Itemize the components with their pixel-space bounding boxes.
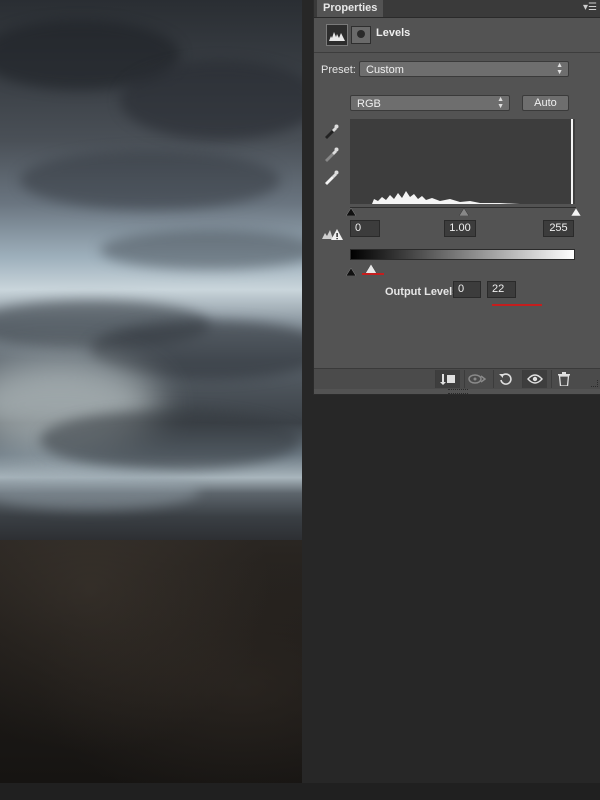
white-point-eyedropper-icon[interactable] <box>322 168 340 186</box>
panel-resize-grip[interactable] <box>448 389 468 394</box>
channel-select[interactable]: RGB ▲ ▼ <box>350 95 510 111</box>
input-gamma-field[interactable]: 1.00 <box>444 220 476 237</box>
panel-resize-corner[interactable] <box>591 380 598 387</box>
adjustment-header: Levels <box>314 18 600 53</box>
properties-panel: Properties ▾☰ Levels Preset: Custom ▲ ▼ R… <box>313 0 600 395</box>
adjustment-title: Levels <box>376 27 411 39</box>
highlight-underline <box>362 273 384 275</box>
tab-properties[interactable]: Properties <box>317 0 384 17</box>
select-arrows-icon: ▲ ▼ <box>556 62 563 76</box>
channel-value: RGB <box>357 98 381 110</box>
preset-label: Preset: <box>321 64 356 76</box>
output-levels-gradient <box>350 249 575 260</box>
visibility-eye-icon[interactable] <box>522 370 547 388</box>
layer-mask-icon[interactable] <box>351 26 371 44</box>
workspace-bottom-edge <box>0 783 600 800</box>
delete-trash-icon[interactable] <box>551 370 576 388</box>
input-white-field[interactable]: 255 <box>543 220 574 237</box>
preset-value: Custom <box>366 64 404 76</box>
clip-to-layer-icon[interactable] <box>435 370 460 388</box>
clipping-warning-icon[interactable] <box>321 227 343 241</box>
auto-button[interactable]: Auto <box>522 95 569 111</box>
output-black-field[interactable]: 0 <box>453 281 481 298</box>
document-canvas-image[interactable] <box>0 0 302 783</box>
gray-point-eyedropper-icon[interactable] <box>322 145 340 163</box>
preset-select[interactable]: Custom ▲ ▼ <box>359 61 569 77</box>
black-point-eyedropper-icon[interactable] <box>322 122 340 140</box>
view-previous-state-icon[interactable] <box>464 370 489 388</box>
panel-tab-bar: Properties ▾☰ <box>314 0 600 18</box>
reset-icon[interactable] <box>493 370 518 388</box>
histogram <box>350 119 575 204</box>
panel-menu-icon[interactable]: ▾☰ <box>583 2 597 14</box>
highlight-underline <box>492 304 542 306</box>
levels-content: Preset: Custom ▲ ▼ RGB ▲ ▼ Auto 0 1.00 2… <box>314 53 600 368</box>
input-black-field[interactable]: 0 <box>350 220 380 237</box>
panel-footer <box>314 368 600 389</box>
levels-adjustment-icon[interactable] <box>326 24 348 46</box>
output-levels-label: Output Levels: <box>385 286 463 298</box>
output-white-field[interactable]: 22 <box>487 281 516 298</box>
select-arrows-icon: ▲ ▼ <box>497 96 504 110</box>
